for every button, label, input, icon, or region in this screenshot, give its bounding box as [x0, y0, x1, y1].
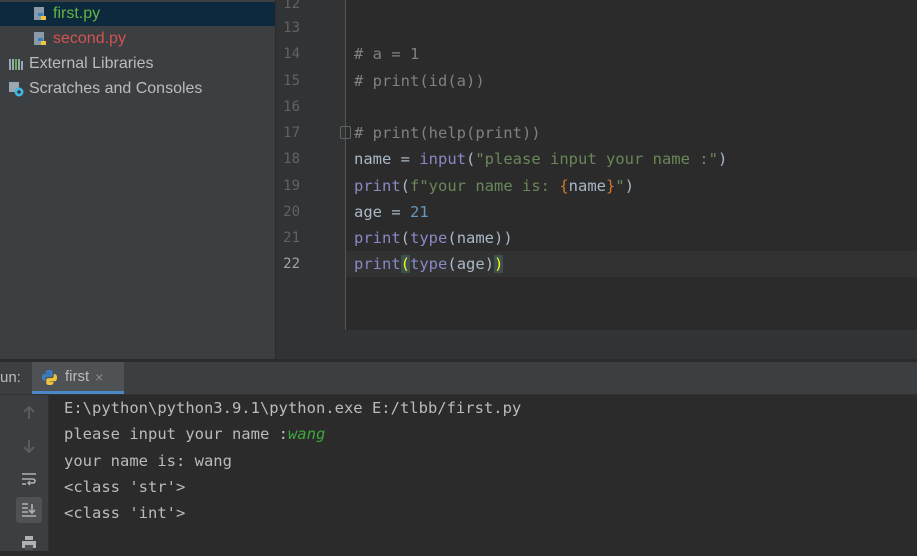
token-var: name: [354, 150, 392, 168]
line-number-current: 22: [283, 256, 300, 272]
tree-item-external-libraries[interactable]: External Libraries: [0, 52, 275, 76]
token-paren-matched: ): [494, 255, 504, 273]
tree-item-label: External Libraries: [29, 55, 154, 72]
gutter-separator: [345, 0, 346, 330]
token-string: f"your name is:: [410, 177, 560, 195]
code-line-19[interactable]: print(f"your name is: {name}"): [354, 173, 634, 199]
code-line-22[interactable]: print(type(age)): [354, 251, 504, 277]
token-builtin: print: [354, 177, 401, 195]
token-brace: }: [606, 177, 616, 195]
console-line-prompt: please input your name :wang: [64, 421, 325, 447]
tree-item-label: Scratches and Consoles: [29, 80, 203, 97]
token-paren: ): [624, 177, 635, 195]
console-line-output: <class 'int'>: [64, 504, 186, 522]
token-paren: (: [447, 255, 457, 273]
line-number: 20: [283, 204, 300, 220]
code-line-17[interactable]: # print(help(print)): [354, 120, 541, 146]
arrow-down-icon[interactable]: [16, 433, 42, 459]
line-number: 14: [283, 46, 300, 62]
token-paren: ): [717, 150, 728, 168]
line-number: 19: [283, 178, 300, 194]
code-line-21[interactable]: print(type(name)): [354, 225, 513, 251]
token-paren-matched: (: [400, 255, 411, 273]
line-number: 18: [283, 151, 300, 167]
tree-item-label: second.py: [53, 30, 126, 47]
tree-item-scratches[interactable]: Scratches and Consoles: [0, 77, 275, 101]
console-line-output: your name is: wang: [64, 452, 232, 470]
soft-wrap-icon[interactable]: [16, 466, 42, 492]
python-icon: [41, 369, 58, 391]
python-file-icon: [32, 31, 48, 47]
token-builtin: input: [419, 150, 466, 168]
tree-item-label: first.py: [53, 5, 101, 22]
token-paren: ): [484, 255, 495, 273]
line-number: 16: [283, 99, 300, 115]
token-var: age: [456, 255, 485, 273]
token-var: name: [568, 177, 606, 195]
console-line-command: E:\python\python3.9.1\python.exe E:/tlbb…: [64, 399, 522, 417]
close-icon[interactable]: ×: [95, 369, 103, 385]
tree-item-second-py[interactable]: second.py: [0, 27, 275, 51]
libraries-icon: [8, 56, 24, 72]
token-string: "please input your name :": [475, 150, 718, 168]
line-number: 21: [283, 230, 300, 246]
token-paren: (: [447, 229, 457, 247]
token-paren: (: [466, 150, 476, 168]
tab-first[interactable]: first ×: [32, 362, 124, 394]
token-paren: )): [494, 229, 513, 247]
line-number: 17: [283, 125, 300, 141]
token-paren: (: [400, 177, 411, 195]
arrow-up-icon[interactable]: [16, 400, 42, 426]
code-line-20[interactable]: age = 21: [354, 199, 429, 225]
token-builtin: type: [410, 255, 448, 273]
editor-footer: [276, 330, 917, 359]
token-paren: (: [400, 229, 411, 247]
project-tree-panel: first.py second.py External Libraries Sc…: [0, 0, 275, 359]
token-number: 21: [410, 203, 429, 221]
line-number: 13: [283, 20, 300, 36]
code-line-14[interactable]: # a = 1: [354, 41, 419, 67]
token-var: name: [456, 229, 495, 247]
token-builtin: print: [354, 255, 401, 273]
token-string: ": [615, 177, 625, 195]
token-op: =: [382, 203, 410, 221]
console-user-input: wang: [287, 425, 326, 443]
scratches-icon: [8, 81, 24, 97]
token-var: age: [354, 203, 382, 221]
run-panel-header: [0, 362, 917, 395]
token-builtin: print: [354, 229, 401, 247]
token-op: =: [391, 150, 420, 168]
line-number: 15: [283, 73, 300, 89]
token-builtin: type: [410, 229, 448, 247]
tab-label: first: [65, 368, 90, 385]
token-brace: {: [559, 177, 569, 195]
python-file-icon: [32, 6, 48, 22]
fold-marker-icon[interactable]: [340, 126, 351, 139]
left-tool-strip: [0, 395, 10, 551]
code-line-15[interactable]: # print(id(a)): [354, 68, 485, 94]
print-icon[interactable]: [16, 530, 42, 556]
console-prompt-text: please input your name :: [64, 425, 288, 443]
console-line-output: <class 'str'>: [64, 478, 186, 496]
tree-item-first-py[interactable]: first.py: [0, 2, 275, 26]
code-line-18[interactable]: name = input("please input your name :"): [354, 146, 727, 172]
run-panel-label: un:: [0, 369, 21, 386]
scroll-to-end-icon[interactable]: [16, 497, 42, 523]
